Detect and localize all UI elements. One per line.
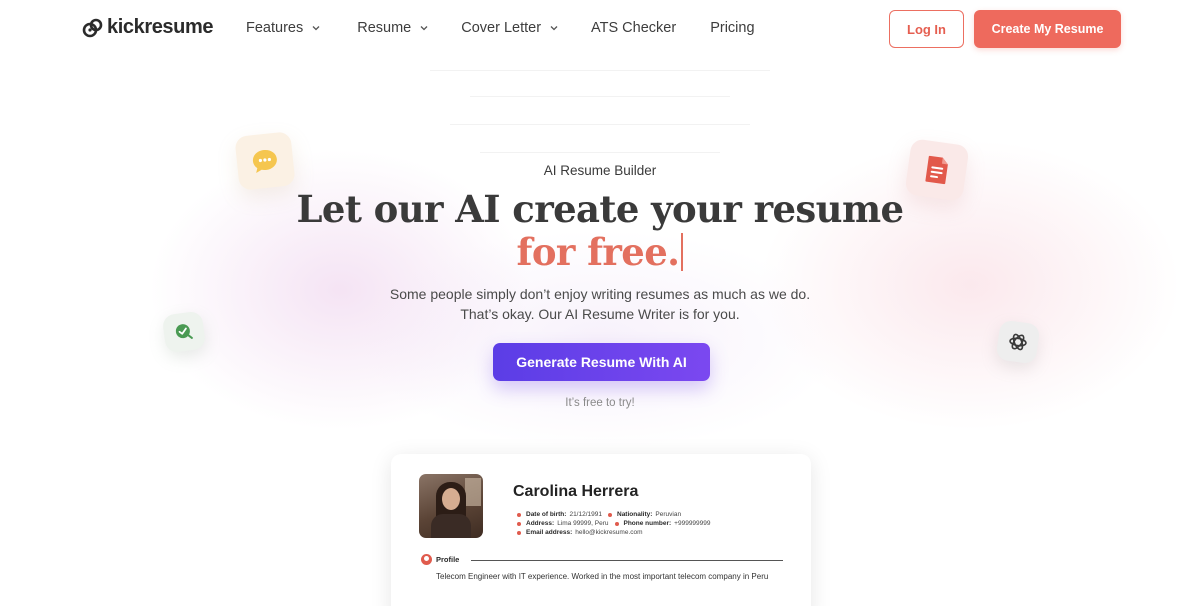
main-nav: Features Resume Cover Letter ATS Checker… [246,20,755,36]
nav-item-cover-letter[interactable]: Cover Letter [461,20,559,36]
nationality-value: Peruvian [655,511,682,518]
nav-item-pricing[interactable]: Pricing [710,20,754,36]
openai-icon [995,319,1041,365]
section-divider [471,560,783,561]
hero-eyebrow: AI Resume Builder [543,163,657,178]
email-label: Email address: [526,529,573,536]
create-my-resume-button[interactable]: Create My Resume [974,10,1121,48]
nav-item-label: Resume [357,20,412,36]
nav-item-ats-checker[interactable]: ATS Checker [591,20,676,36]
headline-line-1: Let our AI create your resume [296,187,905,231]
resume-preview-card: Carolina Herrera Date of birth: 21/12/199… [391,454,811,606]
background-line [480,152,720,153]
kickresume-logo-icon [82,17,104,39]
background-line [430,70,770,71]
nav-item-features[interactable]: Features [246,20,321,36]
nav-item-label: Cover Letter [461,20,542,36]
nav-item-label: Pricing [710,20,755,36]
email-value: hello@kickresume.com [575,529,643,536]
brand-name: kickresume [107,16,214,38]
resume-name: Carolina Herrera [513,483,639,500]
phone-value: +999999999 [674,520,711,527]
nav-item-resume[interactable]: Resume [357,20,429,36]
chat-bubble-icon [234,131,296,191]
dob-label: Date of birth: [526,511,567,518]
subtitle-line-2: That’s okay. Our AI Resume Writer is for… [460,306,740,322]
chevron-down-icon [420,26,428,31]
hero-subtitle: Some people simply don’t enjoy writing r… [0,284,1200,324]
typing-caret [681,233,684,271]
resume-photo [419,474,483,538]
subtitle-line-1: Some people simply don’t enjoy writing r… [389,286,811,302]
hero-headline: Let our AI create your resume for free. [0,188,1200,274]
nationality-label: Nationality: [617,511,653,518]
nav-item-label: ATS Checker [591,20,677,36]
profile-text: Telecom Engineer with IT experience. Wor… [436,572,769,581]
profile-section-title: Profile [436,555,460,564]
person-icon [421,554,432,565]
bullet-icon [517,512,521,517]
bullet-icon [614,521,619,526]
background-line [470,96,730,97]
address-value: Lima 99999, Peru [557,520,609,527]
background-line [450,124,750,125]
phone-label: Phone number: [623,520,672,527]
brand-logo[interactable]: kickresume [82,16,213,39]
chevron-down-icon [550,26,558,31]
bullet-icon [517,521,521,526]
resume-contact-details: Date of birth: 21/12/1991 Nationality: Per… [517,510,711,537]
site-header: kickresume Features Resume Cover Letter … [0,0,1200,60]
dob-value: 21/12/1991 [569,511,602,518]
login-button[interactable]: Log In [889,10,964,48]
chevron-down-icon [312,26,320,31]
address-label: Address: [526,520,555,527]
bullet-icon [517,530,521,535]
generate-resume-with-ai-button[interactable]: Generate Resume With AI [493,343,710,381]
bullet-icon [608,512,612,517]
nav-item-label: Features [246,20,304,36]
profile-section-header: Profile [421,554,459,565]
free-to-try-note: It’s free to try! [565,397,635,409]
headline-accent: for free. [516,230,681,274]
